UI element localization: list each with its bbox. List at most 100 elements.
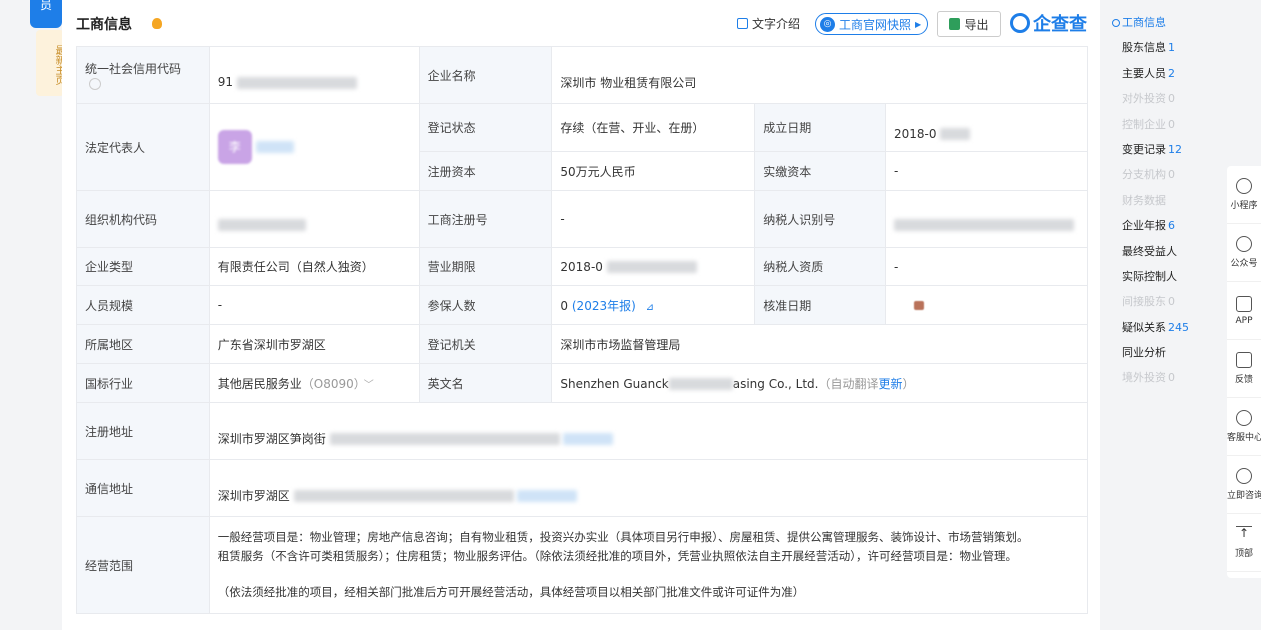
reg-status-label-cell: 登记状态 [418,103,553,152]
toolbar-item-label: 公众号 [1230,259,1258,269]
text-intro-label: 文字介绍 [752,17,801,31]
side-tab-top[interactable]: 员 [30,0,62,28]
trend-chart-icon[interactable]: ⊿ [646,302,654,313]
business-info-table: 统一社会信用代码 91 企业名称 深圳市 物业租赁有限公司 法定代表人 李 登记… [76,46,1089,614]
region-value[interactable]: 广东省深圳市罗湖区 [218,338,326,352]
section-nav-label: 股东信息 [1122,41,1166,55]
section-nav-item[interactable]: 企业年报 6 [1108,213,1218,238]
toolbar-item-label: APP [1235,315,1253,326]
floating-toolbar: 小程序公众号 APP 反馈客服中心立即咨询 ↑ 顶部 [1227,166,1261,578]
legal-rep-name-redacted[interactable] [255,141,294,153]
table-row: 通信地址 深圳市罗湖区 [76,459,1089,517]
wechat-official-icon [1236,236,1252,252]
biz-reg-no-cell: - [551,190,756,248]
reg-authority-label-cell: 登记机关 [418,324,553,364]
section-nav-label: 分支机构 [1122,168,1166,182]
reg-address-label-cell: 注册地址 [76,402,210,460]
section-nav-item[interactable]: 最终受益人 [1108,239,1218,264]
section-nav-count: 6 [1168,219,1175,233]
avatar[interactable]: 李 [217,130,252,164]
section-nav-item[interactable]: 间接股东 0 [1108,289,1218,314]
staff-size-label-cell: 人员规模 [76,285,210,325]
toolbar-item[interactable]: 客服中心 [1227,398,1261,456]
section-nav-label: 同业分析 [1122,346,1166,360]
english-name-label-cell: 英文名 [418,363,553,403]
section-nav-item[interactable]: 疑似关系 245 [1108,315,1218,340]
redacted-block [606,261,697,273]
document-icon [737,18,748,29]
redacted-block [293,490,514,502]
section-nav-label: 对外投资 [1122,92,1166,106]
taxpayer-id-cell [884,190,1089,248]
toolbar-item[interactable]: 小程序 [1227,166,1261,224]
found-date-value: 2018-0 [893,126,937,141]
section-nav-label: 主要人员 [1122,66,1166,80]
table-row: 组织机构代码 工商注册号 - 纳税人识别号 [76,190,1089,248]
text-intro-button[interactable]: 文字介绍 [737,15,800,32]
reg-address-value: 深圳市罗湖区笋岗街 [217,431,326,446]
english-name-suffix: asing Co., Ltd. [732,376,819,391]
mini-program-icon [1236,178,1252,194]
section-nav-item[interactable]: 对外投资 0 [1108,86,1218,111]
industry-cell[interactable]: 其他居民服务业（O8090） ﹀ [208,363,420,403]
insured-label: 参保人数 [427,298,476,313]
industry-label-cell: 国标行业 [76,363,210,403]
org-code-redacted[interactable] [217,218,306,231]
feedback-icon [1236,352,1252,368]
section-nav-item[interactable]: 股东信息 1 [1108,35,1218,60]
insured-label-cell: 参保人数 [418,285,553,325]
section-nav-item[interactable]: 控制企业 0 [1108,112,1218,137]
credit-code-label: 统一社会信用代码 [85,61,182,76]
update-link[interactable]: 更新 [879,377,903,391]
section-nav-item[interactable]: 变更记录 12 [1108,137,1218,162]
auto-translate-note-end: ） [902,376,915,391]
table-row: 所属地区 广东省深圳市罗湖区 登记机关 深圳市市场监督管理局 [76,324,1088,364]
section-nav-item[interactable]: 工商信息 [1108,10,1218,35]
section-nav-item[interactable]: 境外投资 0 [1108,365,1218,390]
region-label: 所属地区 [85,337,134,352]
section-nav-item[interactable]: 实际控制人 [1108,264,1218,289]
redacted-block [236,76,357,89]
section-nav-label: 企业年报 [1122,219,1166,233]
staff-size-label: 人员规模 [85,298,134,313]
section-nav-item[interactable]: 主要人员 2 [1108,61,1218,86]
biz-term-label-cell: 营业期限 [418,247,553,286]
export-button[interactable]: 导出 [937,11,1001,37]
toolbar-item[interactable]: 公众号 [1227,224,1261,282]
toolbar-item[interactable]: 立即咨询 [1227,456,1261,514]
credit-code-value[interactable]: 91 [218,75,233,89]
section-nav-label: 财务数据 [1122,193,1166,207]
biz-reg-no-label: 工商注册号 [427,212,488,227]
nearby-companies-link[interactable] [563,433,614,445]
bell-icon[interactable] [152,18,162,29]
toolbar-item-label: 客服中心 [1227,433,1261,443]
toolbar-item[interactable]: APP [1227,282,1261,340]
brand-logo: 企查查 [1010,10,1087,36]
section-nav-item[interactable]: 同业分析 [1108,340,1218,365]
lock-icon[interactable] [913,301,924,310]
biz-reg-no-value: - [560,212,565,226]
brand-name: 企查查 [1033,14,1087,35]
section-nav-item[interactable]: 分支机构 0 [1108,162,1218,187]
section-nav-item[interactable]: 财务数据 [1108,188,1218,213]
insured-cell: 0 (2023年报) ⊿ [551,285,756,325]
side-tab-latest-home[interactable]: 最新主页 [36,30,64,96]
section-nav-count: 0 [1168,92,1175,106]
chevron-down-icon[interactable]: ﹀ [364,380,374,391]
industry-value[interactable]: 其他居民服务业 [218,377,302,391]
section-nav-label: 实际控制人 [1122,269,1177,283]
mail-address-link[interactable] [517,490,578,502]
table-row: 注册地址 深圳市罗湖区笋岗街 [76,402,1089,460]
toolbar-item[interactable]: ↑ 顶部 [1227,514,1261,572]
table-row: 国标行业 其他居民服务业（O8090） ﹀ 英文名 Shenzhen Guanck… [76,363,1088,403]
reg-capital-label: 注册资本 [427,164,476,179]
insured-year-link[interactable]: (2023年报) [572,299,636,313]
taxpayer-id-redacted[interactable] [893,218,1074,231]
toolbar-item[interactable]: 反馈 [1227,340,1261,398]
scope-label: 经营范围 [85,558,134,573]
official-snapshot-button[interactable]: ◎ 工商官网快照 ▶ [815,13,928,35]
mail-address-label: 通信地址 [85,481,134,496]
help-icon[interactable] [89,78,101,90]
company-name-label-cell: 企业名称 [418,46,553,104]
company-name-value[interactable]: 深圳市 物业租赁有限公司 [560,76,696,90]
